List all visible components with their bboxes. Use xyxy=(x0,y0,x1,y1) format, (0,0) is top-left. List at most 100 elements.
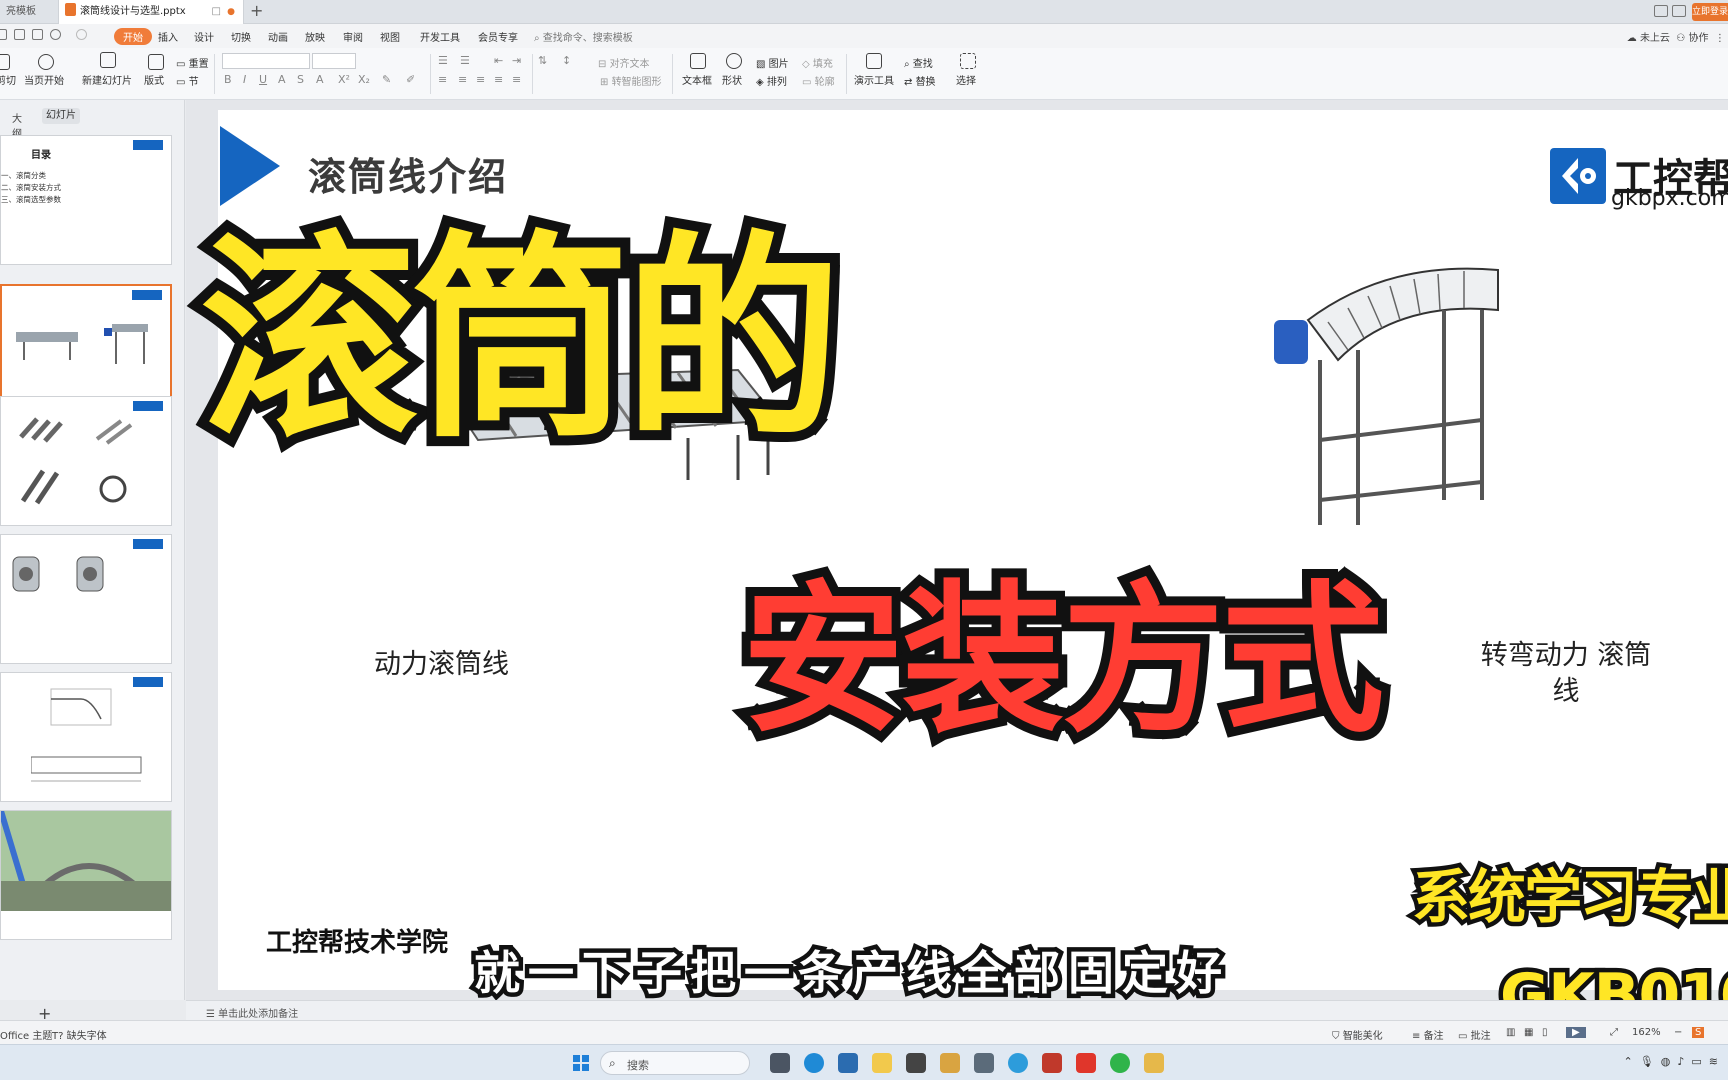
new-slide-button[interactable]: 新建幻灯片 xyxy=(82,72,132,87)
notes-bar[interactable]: ☰ 单击此处添加备注 xyxy=(186,1000,1728,1020)
slide-thumbnail-3[interactable] xyxy=(0,396,172,526)
normal-view-icon[interactable]: ▥ xyxy=(1506,1027,1515,1038)
play-from-current-icon[interactable] xyxy=(38,54,54,70)
slide-thumbnail-6[interactable] xyxy=(0,810,172,940)
slide-thumbnail-2[interactable] xyxy=(0,284,172,414)
tab-document[interactable]: 滚筒线设计与选型.pptx □ ● xyxy=(58,0,244,24)
file-explorer-icon[interactable] xyxy=(872,1053,892,1073)
layout-icon[interactable] xyxy=(1654,5,1668,17)
menu-insert[interactable]: 插入 xyxy=(158,29,178,44)
system-tray[interactable]: ⌃ 🎙 ◍ ♪ ▭ ≋ xyxy=(1624,1055,1718,1068)
new-tab-button[interactable]: + xyxy=(250,0,263,22)
text-effect-icon[interactable]: ✎ xyxy=(382,73,391,86)
picture-button[interactable]: ▧ 图片 xyxy=(756,55,789,70)
media-app-icon[interactable] xyxy=(1042,1053,1062,1073)
line-spacing-icon[interactable]: ↕ xyxy=(562,54,571,67)
collab-button[interactable]: 协作 xyxy=(1688,33,1708,44)
replace-button[interactable]: ⇄ 替换 xyxy=(904,73,936,88)
comments-toggle[interactable]: ▭ 批注 xyxy=(1458,1027,1491,1042)
align-left-icon[interactable]: ≡ xyxy=(438,73,447,86)
wps-app-icon[interactable] xyxy=(1076,1053,1096,1073)
highlight-icon[interactable]: ✐ xyxy=(406,73,415,86)
layout-button[interactable]: 版式 xyxy=(144,72,164,87)
arrange-button[interactable]: ◈ 排列 xyxy=(756,73,787,88)
new-slide-icon[interactable] xyxy=(100,52,116,68)
close-icon[interactable]: □ xyxy=(212,0,221,24)
slide-title[interactable]: 滚筒线介绍 xyxy=(308,146,508,201)
slide-thumbnail-4[interactable] xyxy=(0,534,172,664)
missing-font-button[interactable]: T? 缺失字体 xyxy=(52,1027,107,1042)
fit-window-icon[interactable]: ⤢ xyxy=(1610,1027,1618,1038)
network-icon[interactable]: ◍ xyxy=(1661,1055,1671,1068)
microphone-icon[interactable]: 🎙 xyxy=(1640,1055,1654,1068)
outline-button[interactable]: ▭ 轮廓 xyxy=(802,73,835,88)
calculator-app-icon[interactable] xyxy=(974,1053,994,1073)
shape-icon[interactable] xyxy=(726,53,742,69)
slide-thumbnail-5[interactable] xyxy=(0,672,172,802)
shape-button[interactable]: 形状 xyxy=(722,72,742,87)
beautify-button[interactable]: ⛉ 智能美化 xyxy=(1332,1027,1383,1042)
cloud-status[interactable]: 未上云 xyxy=(1640,33,1670,44)
select-button[interactable]: 选择 xyxy=(956,72,976,87)
play-current-button[interactable]: 当页开始 xyxy=(24,72,64,87)
command-search[interactable]: ⌕ 查找命令、搜索模板 xyxy=(534,29,633,44)
play-slideshow-icon[interactable]: ▶ xyxy=(1566,1027,1586,1038)
store-app-icon[interactable] xyxy=(838,1053,858,1073)
justify-icon[interactable]: ≡ xyxy=(494,73,503,86)
wechat-app-icon[interactable] xyxy=(1110,1053,1130,1073)
more-icon[interactable]: ⋮ xyxy=(1715,33,1725,44)
align-center-icon[interactable]: ≡ xyxy=(458,73,467,86)
select-icon[interactable] xyxy=(960,53,976,69)
preview-icon[interactable] xyxy=(32,29,43,40)
menu-member[interactable]: 会员专享 xyxy=(478,29,518,44)
folder-app-icon[interactable] xyxy=(1144,1053,1164,1073)
presenter-tools-icon[interactable] xyxy=(866,53,882,69)
undo-icon[interactable] xyxy=(50,29,61,40)
zoom-out-icon[interactable]: − xyxy=(1674,1027,1682,1038)
wifi-icon[interactable]: ≋ xyxy=(1709,1055,1718,1068)
print-icon[interactable] xyxy=(14,29,25,40)
outdent-icon[interactable]: ⇥ xyxy=(512,54,521,67)
browser-app-icon[interactable] xyxy=(1008,1053,1028,1073)
taskview-app-icon[interactable] xyxy=(770,1053,790,1073)
chevron-up-icon[interactable]: ⌃ xyxy=(1624,1055,1633,1068)
cut-icon[interactable] xyxy=(0,54,10,70)
numbering-icon[interactable]: ☰ xyxy=(460,54,470,67)
textbox-button[interactable]: 文本框 xyxy=(682,72,712,87)
shadow-icon[interactable]: S xyxy=(297,73,304,86)
font-family-combo[interactable] xyxy=(222,53,310,69)
layout-icon[interactable] xyxy=(148,54,164,70)
tab-template[interactable]: 亮模板 xyxy=(0,0,58,24)
strikethrough-icon[interactable]: A xyxy=(278,73,286,86)
taskbar-search[interactable]: ⌕ 搜索 xyxy=(600,1051,750,1075)
edge-browser-icon[interactable] xyxy=(804,1053,824,1073)
align-right-icon[interactable]: ≡ xyxy=(476,73,485,86)
underline-icon[interactable]: U xyxy=(259,73,267,86)
slide-thumbnail-1[interactable]: 目录 一、滚筒分类 二、滚筒安装方式 三、滚筒选型参数 xyxy=(0,135,172,265)
align-text-button[interactable]: ⊟ 对齐文本 xyxy=(598,55,650,70)
textbox-icon[interactable] xyxy=(690,53,706,69)
grid-icon[interactable] xyxy=(1672,5,1686,17)
cut-button[interactable]: 剪切 xyxy=(0,72,16,87)
distribute-icon[interactable]: ≡ xyxy=(512,73,521,86)
save-icon[interactable] xyxy=(0,29,7,40)
sorter-view-icon[interactable]: ▦ xyxy=(1524,1027,1533,1038)
italic-icon[interactable]: I xyxy=(243,73,246,86)
fill-button[interactable]: ◇ 填充 xyxy=(802,55,833,70)
windows-start-icon[interactable] xyxy=(573,1055,589,1071)
bold-icon[interactable]: B xyxy=(224,73,232,86)
ime-icon[interactable]: S xyxy=(1692,1027,1705,1038)
caption-powered-conveyor[interactable]: 动力滚筒线 xyxy=(374,642,509,681)
tab-slides[interactable]: 幻灯片 xyxy=(42,108,80,124)
smart-shape-button[interactable]: ⊞ 转智能图形 xyxy=(600,73,662,88)
indent-icon[interactable]: ⇤ xyxy=(494,54,503,67)
menu-design[interactable]: 设计 xyxy=(194,29,214,44)
superscript-icon[interactable]: X² xyxy=(338,73,350,86)
login-button[interactable]: 立即登录 xyxy=(1692,3,1728,21)
bullets-icon[interactable]: ☰ xyxy=(438,54,448,67)
menu-animation[interactable]: 动画 xyxy=(268,29,288,44)
text-direction-icon[interactable]: ⇅ xyxy=(538,54,547,67)
notes-toggle[interactable]: ≡ 备注 xyxy=(1412,1027,1444,1042)
menu-review[interactable]: 审阅 xyxy=(343,29,363,44)
reset-button[interactable]: ▭ 重置 xyxy=(176,55,209,70)
